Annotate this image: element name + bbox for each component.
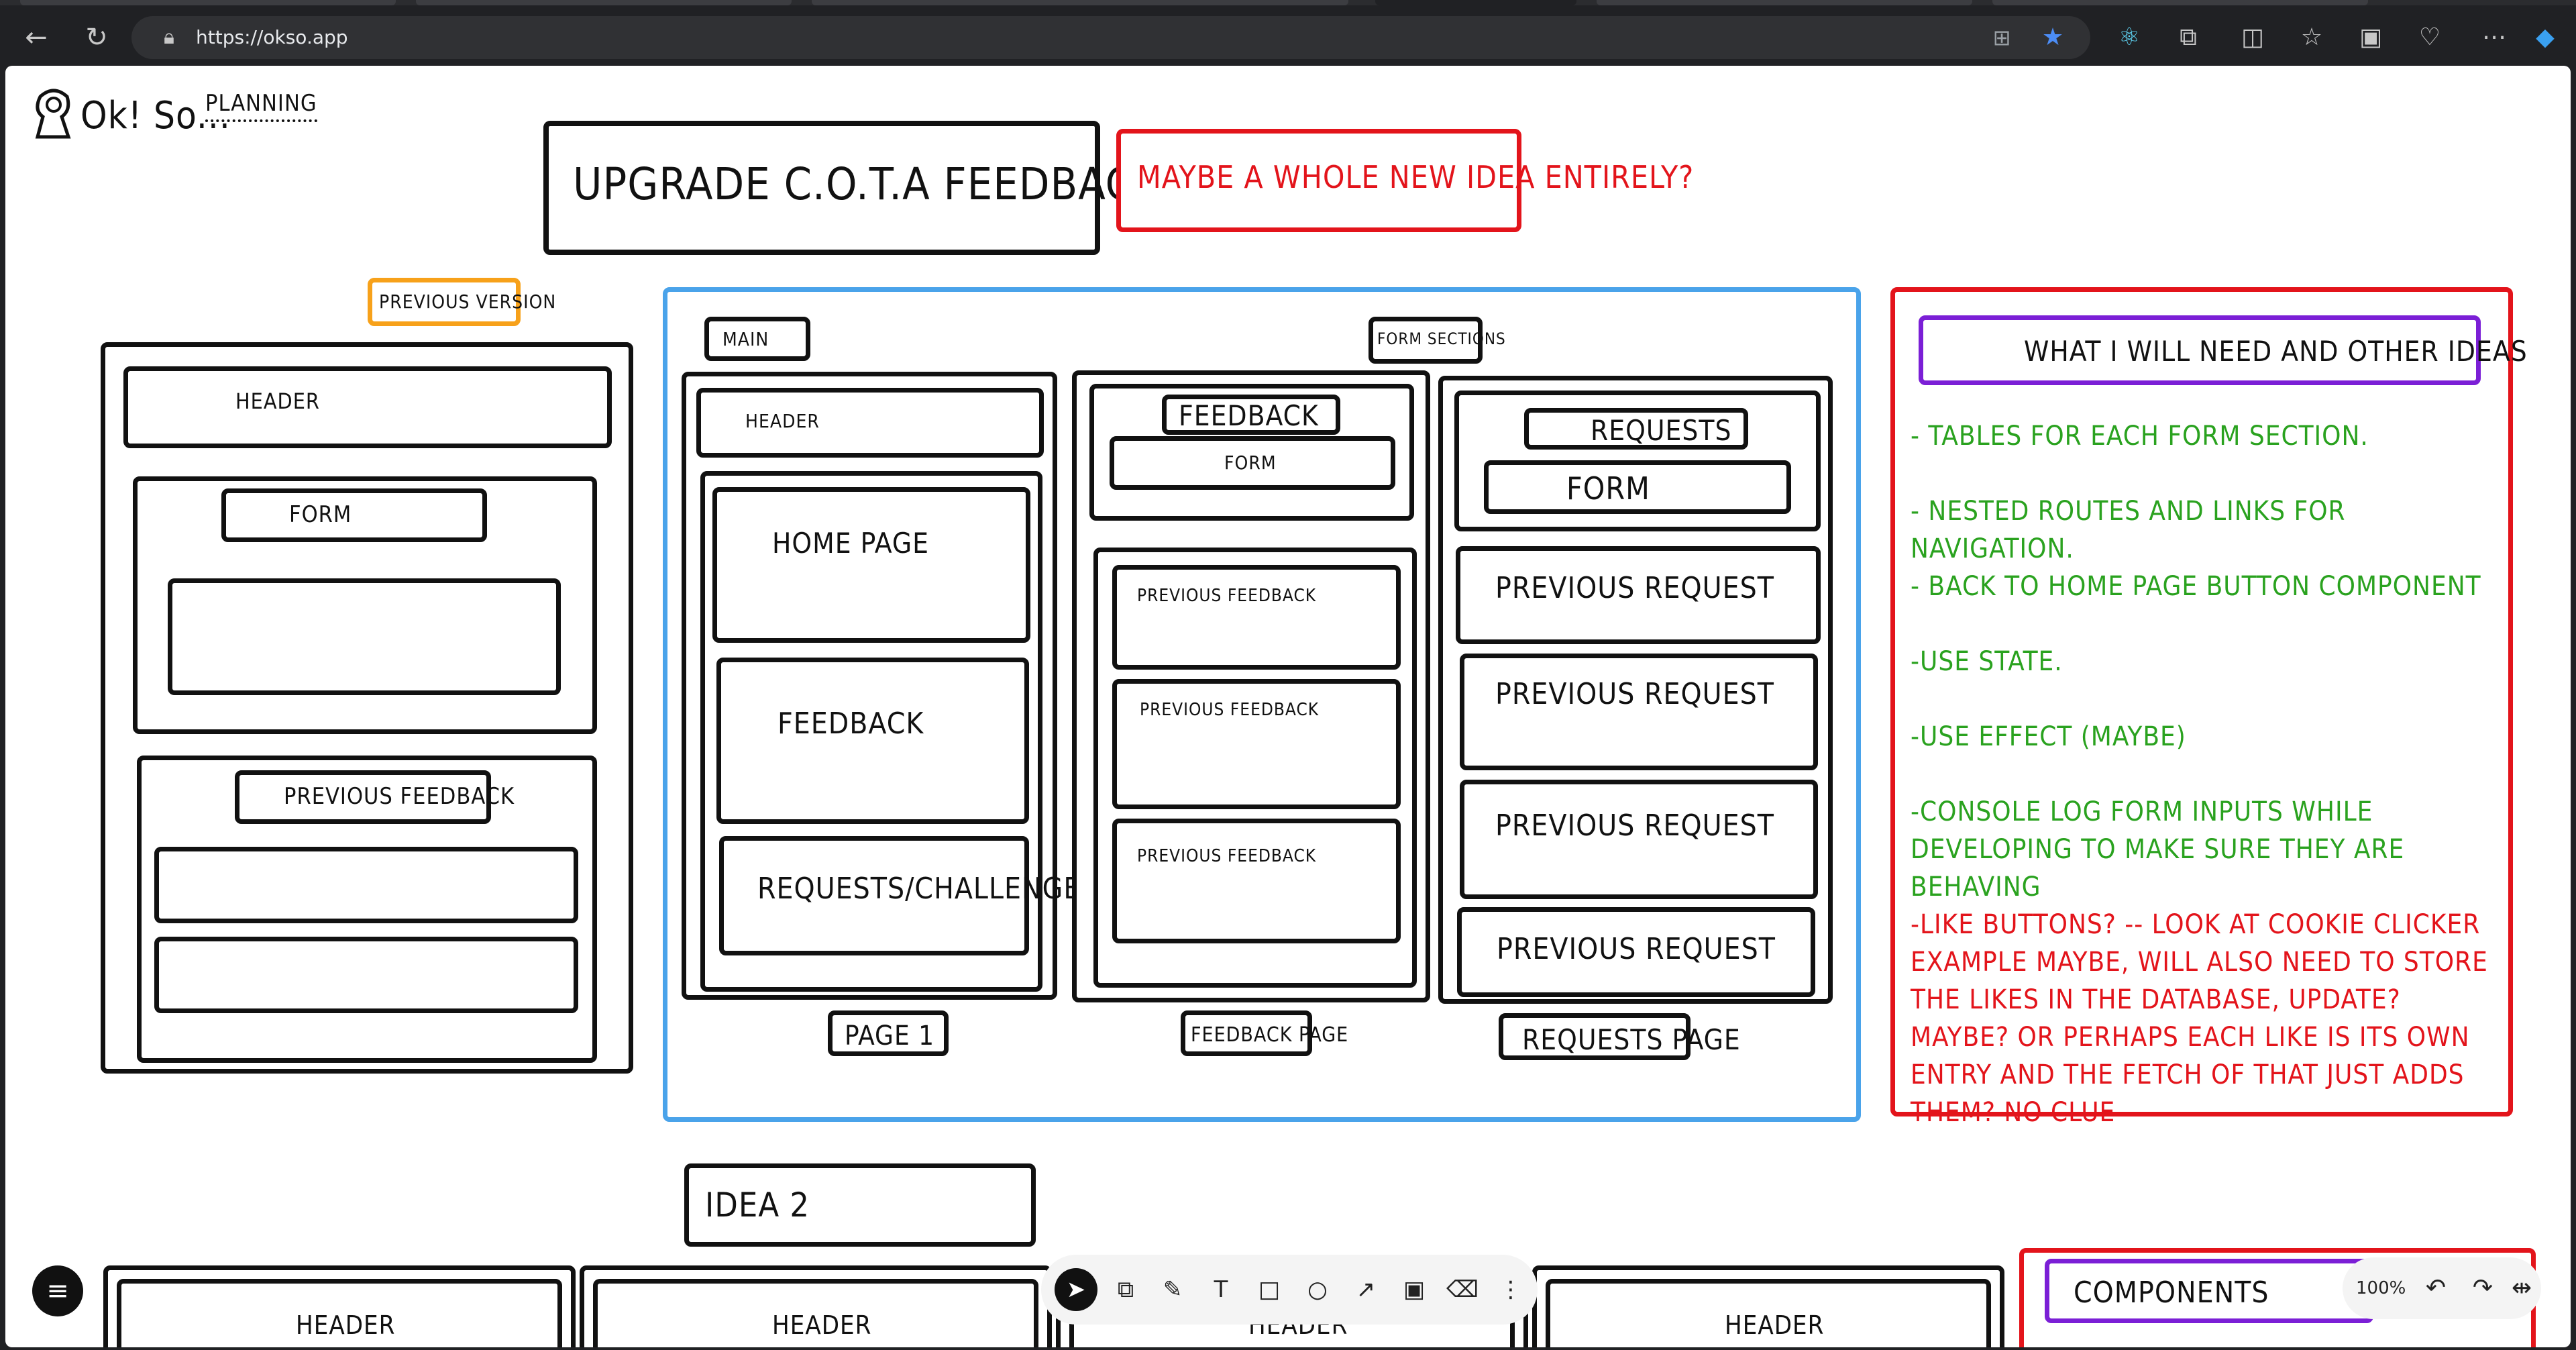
hamburger-menu-icon[interactable]: ≡ bbox=[32, 1265, 83, 1316]
tab[interactable] bbox=[20, 0, 396, 5]
maybe-note: Maybe a whole new idea entirely? bbox=[1137, 159, 1695, 195]
tab[interactable] bbox=[1597, 0, 1972, 5]
pointer-icon[interactable]: ➤ bbox=[1055, 1268, 1097, 1311]
idea-note-red[interactable]: -Like buttons? -- look at cookie clicker… bbox=[1911, 906, 2501, 1131]
feedback-page-caption[interactable]: Feedback page bbox=[1181, 1010, 1348, 1056]
tab-grid-icon[interactable]: ⊞ bbox=[1986, 21, 2018, 54]
idea2-header[interactable]: Header bbox=[1546, 1279, 1991, 1347]
reload-icon[interactable]: ↻ bbox=[76, 17, 117, 58]
split-view-icon[interactable]: ⇹ bbox=[2504, 1269, 2540, 1307]
idea2-header[interactable]: Header bbox=[593, 1279, 1038, 1347]
prev-form-label-box[interactable]: Form bbox=[221, 488, 487, 542]
request-item[interactable]: Previous request bbox=[1456, 546, 1821, 644]
idea2-header[interactable]: Header bbox=[117, 1279, 562, 1347]
favorites-icon[interactable]: ☆ bbox=[2293, 19, 2330, 56]
prev-header-box[interactable]: Header bbox=[123, 366, 612, 448]
feedback-item[interactable]: Previous feedback bbox=[1112, 679, 1401, 809]
idea-note[interactable]: -Console log form inputs while developin… bbox=[1911, 793, 2501, 906]
page1-feedback[interactable]: Feedback bbox=[716, 658, 1029, 824]
feedback-item[interactable]: Previous feedback bbox=[1112, 819, 1401, 943]
prev-form-input[interactable] bbox=[168, 578, 561, 695]
extensions-icon[interactable]: ⧉ bbox=[2169, 19, 2207, 56]
tab[interactable] bbox=[812, 0, 1348, 5]
whiteboard-canvas[interactable]: Ok! So... Planning Upgrade C.O.T.A feedb… bbox=[5, 66, 2571, 1347]
undo-icon[interactable]: ↶ bbox=[2418, 1269, 2454, 1307]
main-tag[interactable]: Main bbox=[704, 317, 810, 361]
eraser-icon[interactable]: ⌫ bbox=[1442, 1269, 1483, 1310]
zoom-controls: 100% ↶ ↷ ⇹ bbox=[2343, 1257, 2541, 1319]
arrow-icon[interactable]: ↗ bbox=[1346, 1269, 1386, 1310]
idea-note[interactable]: - Tables for each form section. bbox=[1911, 417, 2501, 455]
components-title-box[interactable]: Components bbox=[2045, 1259, 2373, 1323]
image-icon[interactable]: ▣ bbox=[1394, 1269, 1434, 1310]
maybe-note-box[interactable]: Maybe a whole new idea entirely? bbox=[1116, 129, 1693, 232]
react-icon[interactable]: ⚛ bbox=[2110, 19, 2148, 56]
page1-home[interactable]: Home page bbox=[712, 487, 1030, 643]
rectangle-icon[interactable]: □ bbox=[1249, 1269, 1289, 1310]
collections-icon[interactable]: ▣ bbox=[2352, 19, 2390, 56]
idea-note[interactable]: -Use state. bbox=[1911, 643, 2501, 680]
back-arrow-icon[interactable]: ← bbox=[16, 17, 56, 58]
zoom-level[interactable]: 100% bbox=[2356, 1272, 2406, 1304]
copy-icon[interactable]: ⧉ bbox=[1106, 1269, 1146, 1310]
idea-note[interactable]: -Use effect (maybe) bbox=[1911, 718, 2501, 756]
prev-feedback-label-box[interactable]: Previous feedback bbox=[235, 770, 514, 824]
requests-page-form[interactable]: Form bbox=[1484, 460, 1791, 514]
tab[interactable] bbox=[1992, 0, 2368, 5]
address-bar[interactable]: 🔒︎ https://okso.app ⊞ ★ bbox=[131, 16, 2090, 59]
logo-icon[interactable] bbox=[27, 83, 80, 150]
feedback-page-title-box[interactable]: Feedback bbox=[1162, 395, 1340, 435]
lock-icon[interactable]: 🔒︎ bbox=[156, 23, 182, 52]
browser-chrome: ← ↻ 🔒︎ https://okso.app ⊞ ★ ⚛ ⧉ ◫ ☆ ▣ ♡ … bbox=[0, 0, 2576, 66]
request-item[interactable]: Previous request bbox=[1457, 907, 1815, 997]
tab[interactable] bbox=[416, 0, 792, 5]
previous-version-tag[interactable]: Previous version bbox=[368, 278, 555, 326]
prev-feedback-item[interactable] bbox=[154, 937, 578, 1013]
drawing-toolbar: ➤ ⧉ ✎ T □ ○ ↗ ▣ ⌫ ⋮ bbox=[1041, 1255, 1538, 1325]
performance-icon[interactable]: ♡ bbox=[2411, 19, 2449, 56]
idea-note[interactable]: - Back to home page button component bbox=[1911, 568, 2501, 605]
page1-header[interactable]: Header bbox=[696, 388, 1044, 458]
star-icon[interactable]: ★ bbox=[2037, 21, 2069, 54]
url-text: https://okso.app bbox=[196, 26, 348, 48]
feedback-page-form[interactable]: Form bbox=[1110, 436, 1395, 490]
prev-feedback-item[interactable] bbox=[154, 847, 578, 923]
text-icon[interactable]: T bbox=[1201, 1269, 1241, 1310]
board-title-box[interactable]: Upgrade C.O.T.A feedback page? bbox=[543, 121, 1301, 255]
redo-icon[interactable]: ↷ bbox=[2465, 1269, 2501, 1307]
more-icon[interactable]: ⋯ bbox=[2475, 19, 2513, 56]
pen-icon[interactable]: ✎ bbox=[1152, 1269, 1193, 1310]
page1-requests[interactable]: Requests/Challenges bbox=[719, 836, 1097, 955]
idea-note[interactable]: - Nested routes and links for navigation… bbox=[1911, 492, 2501, 568]
requests-page-caption[interactable]: Requests page bbox=[1499, 1013, 1740, 1060]
ideas-title-box[interactable]: What I will need and other ideas bbox=[1919, 315, 2527, 385]
tab-active[interactable] bbox=[1375, 0, 1576, 5]
ellipse-icon[interactable]: ○ bbox=[1297, 1269, 1338, 1310]
request-item[interactable]: Previous request bbox=[1460, 780, 1818, 899]
idea2-label-box[interactable]: Idea 2 bbox=[684, 1163, 1036, 1247]
request-item[interactable]: Previous request bbox=[1460, 654, 1818, 770]
nav-planning[interactable]: Planning bbox=[205, 90, 317, 122]
form-sections-tag[interactable]: Form sections bbox=[1368, 317, 1505, 364]
feedback-item[interactable]: Previous feedback bbox=[1112, 565, 1401, 670]
copilot-icon[interactable]: ◆ bbox=[2526, 19, 2564, 56]
page1-caption[interactable]: Page 1 bbox=[828, 1010, 949, 1056]
requests-page-title-box[interactable]: Requests bbox=[1524, 408, 1748, 450]
split-screen-icon[interactable]: ◫ bbox=[2234, 19, 2271, 56]
more-vertical-icon[interactable]: ⋮ bbox=[1491, 1269, 1531, 1310]
